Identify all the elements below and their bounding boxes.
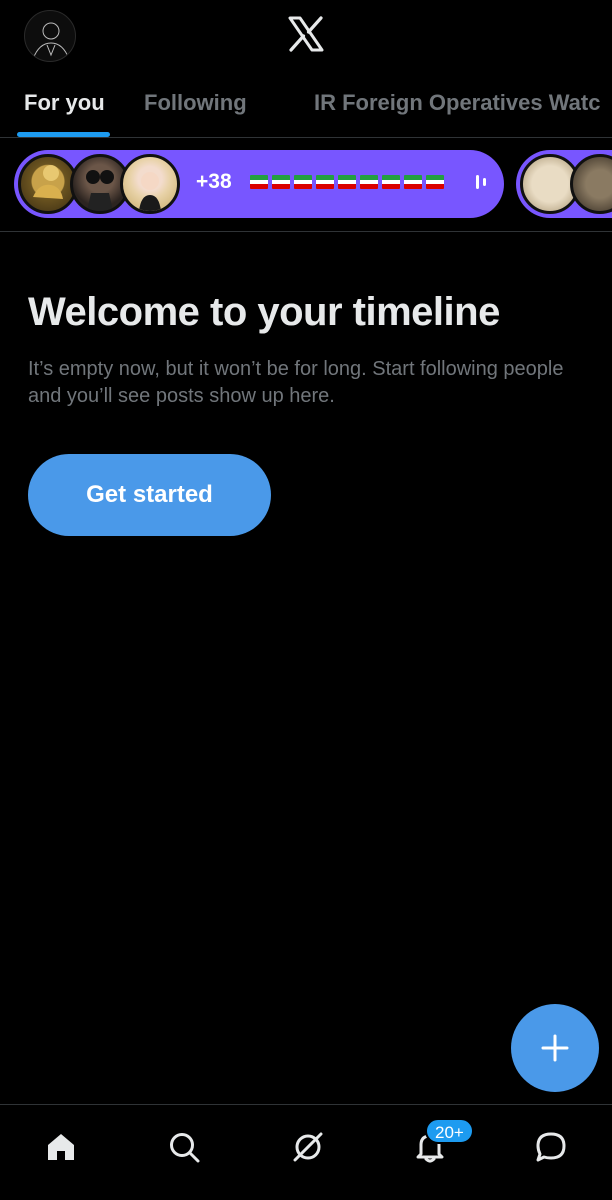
top-bar <box>0 0 612 70</box>
iran-flag-icon <box>250 175 268 189</box>
profile-avatar[interactable] <box>24 10 76 62</box>
welcome-title: Welcome to your timeline <box>28 290 500 334</box>
search-icon <box>170 1133 200 1163</box>
bottom-nav <box>0 1104 612 1200</box>
welcome-description: It’s empty now, but it won’t be for long… <box>28 358 564 407</box>
active-tab-indicator <box>17 132 110 137</box>
iran-flag-icon <box>382 175 400 189</box>
timeline-tabs: For you Following IR Foreign Operatives … <box>0 76 612 138</box>
iran-flag-icon <box>338 175 356 189</box>
space-listener-avatar <box>120 154 180 214</box>
plus-icon <box>541 1034 569 1062</box>
get-started-button[interactable]: Get started <box>28 454 271 536</box>
x-logo-icon[interactable] <box>286 14 326 54</box>
nav-messages[interactable] <box>527 1123 575 1171</box>
space-host-avatar <box>18 154 78 214</box>
person-photo-icon <box>139 172 161 211</box>
live-space-card[interactable]: +38 <box>14 150 504 218</box>
iran-flag-icon <box>360 175 378 189</box>
avatar-sketch-icon <box>32 22 70 60</box>
space-speaker-avatar <box>570 154 612 214</box>
tab-for-you[interactable]: For you <box>24 90 105 116</box>
tab-list[interactable]: IR Foreign Operatives Watc <box>314 90 600 116</box>
lion-emblem-icon <box>33 165 63 199</box>
flag-emoji-row <box>250 175 444 189</box>
messages-icon <box>536 1132 566 1162</box>
nav-grok[interactable] <box>284 1123 332 1171</box>
space-listener-count: +38 <box>196 170 232 193</box>
spaces-row: +38 <box>0 138 612 232</box>
home-icon <box>48 1134 74 1160</box>
notifications-badge: 20+ <box>425 1118 474 1144</box>
live-audio-bars-icon <box>476 175 486 189</box>
iran-flag-icon <box>426 175 444 189</box>
nav-home[interactable] <box>37 1123 85 1171</box>
iran-flag-icon <box>272 175 290 189</box>
iran-flag-icon <box>316 175 334 189</box>
grok-icon <box>293 1132 323 1162</box>
live-space-card[interactable] <box>516 150 612 218</box>
tab-following[interactable]: Following <box>144 90 247 116</box>
nav-search[interactable] <box>160 1123 208 1171</box>
iran-flag-icon <box>294 175 312 189</box>
binoculars-icon <box>86 170 114 211</box>
iran-flag-icon <box>404 175 422 189</box>
compose-button[interactable] <box>511 1004 599 1092</box>
